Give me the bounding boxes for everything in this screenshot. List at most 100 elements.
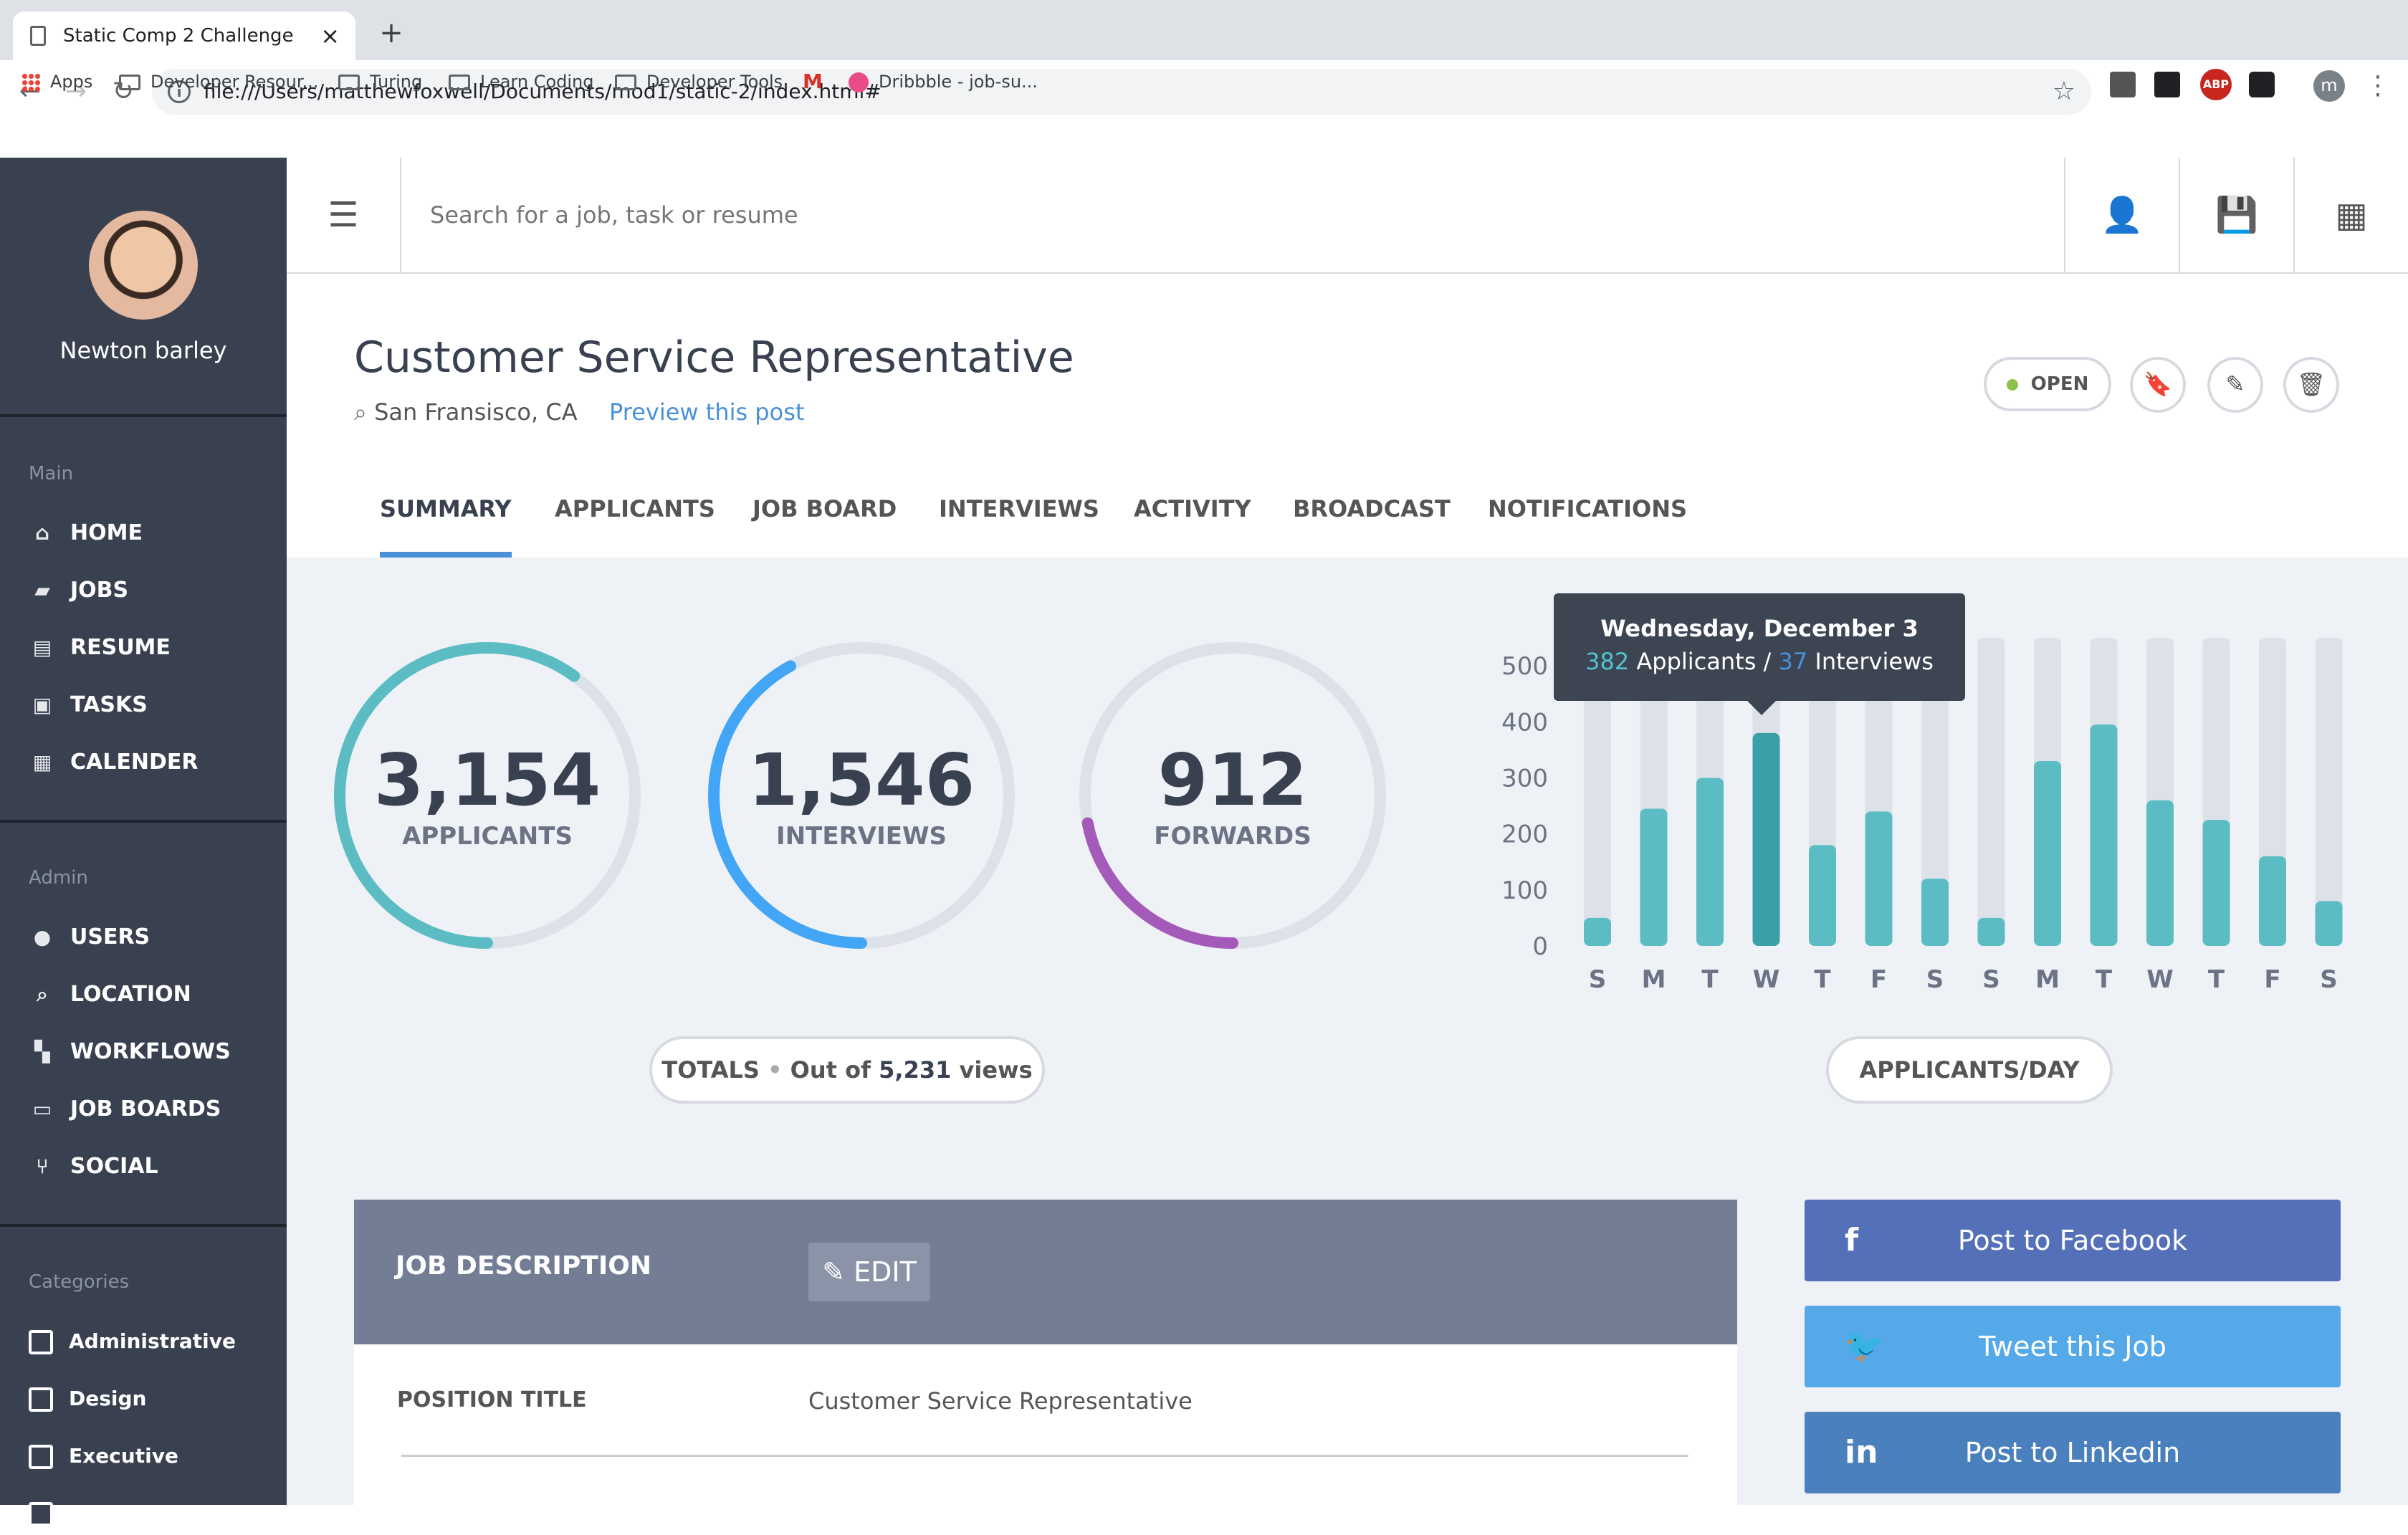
bookmark-learn-coding[interactable]: Learn Coding (449, 66, 594, 97)
bar[interactable] (1977, 917, 2005, 946)
apps-icon (22, 73, 40, 92)
sidebar-item-users[interactable]: ● USERS (29, 916, 150, 959)
chart-tooltip: Wednesday, December 3 382 Applicants / 3… (1554, 593, 1965, 715)
edit-description-button[interactable]: ✎ EDIT (808, 1243, 930, 1301)
address-bar[interactable]: i file:///Users/matthewfoxwell/Documents… (152, 69, 2091, 115)
extension-icon[interactable] (2154, 72, 2180, 97)
category-design[interactable]: Design (29, 1377, 146, 1420)
bar[interactable] (1809, 845, 1836, 946)
category-partial[interactable] (29, 1492, 69, 1535)
sidebar-item-resume[interactable]: ▤ RESUME (29, 626, 171, 669)
status-dot-icon (2006, 378, 2018, 391)
home-icon: ⌂ (34, 521, 50, 545)
bookmark-star-icon[interactable]: ☆ (2053, 69, 2075, 115)
category-executive[interactable]: Executive (29, 1435, 178, 1478)
trash-icon: 🗑 (2296, 370, 2326, 398)
menu-collapse-icon[interactable]: ☰ (287, 158, 401, 272)
sidebar-item-social[interactable]: ⑂ SOCIAL (29, 1145, 158, 1188)
folder-icon (338, 75, 360, 90)
stat-label: APPLICANTS (402, 822, 573, 851)
x-tick-label: T (1814, 965, 1831, 994)
sidebar-item-tasks[interactable]: ▣ TASKS (29, 684, 148, 727)
sidebar-divider (0, 820, 287, 823)
adblock-icon[interactable]: ABP (2200, 69, 2232, 100)
category-administrative[interactable]: Administrative (29, 1320, 236, 1363)
branch-icon: ⑂ (36, 1154, 49, 1178)
bookmark-developer-tools[interactable]: Developer Tools (615, 66, 783, 97)
extension-icon[interactable] (2249, 72, 2275, 97)
job-location: ⌕ San Fransisco, CA (354, 398, 578, 426)
bar[interactable] (2259, 856, 2286, 946)
bar[interactable] (2146, 800, 2174, 946)
y-tick-label: 300 (1501, 764, 1548, 793)
tooltip-arrow (1747, 701, 1776, 715)
bar[interactable] (1865, 811, 1893, 946)
bookmark-developer-resources[interactable]: Developer Resour... (119, 66, 318, 97)
bar[interactable] (1696, 778, 1724, 946)
applicants-per-day-pill[interactable]: APPLICANTS/DAY (1826, 1036, 2113, 1104)
bar[interactable] (1584, 917, 1611, 946)
profile-avatar[interactable]: m (2313, 70, 2345, 102)
totals-pill[interactable]: TOTALS • Out of 5,231 views (649, 1036, 1045, 1104)
post-to-linkedin-button[interactable]: in Post to Linkedin (1805, 1412, 2341, 1493)
extension-icon[interactable] (2110, 72, 2136, 97)
bar-track (1977, 638, 2005, 946)
bookmark-turing[interactable]: Turing (338, 66, 422, 97)
bookmark-apps[interactable]: Apps (22, 66, 92, 97)
document-icon (30, 26, 46, 46)
bar[interactable] (1921, 879, 1949, 946)
bar[interactable] (2315, 901, 2343, 946)
post-to-facebook-button[interactable]: f Post to Facebook (1805, 1200, 2341, 1281)
stat-interviews: 1,546 INTERVIEWS (704, 738, 1019, 851)
bookmark-dribbble[interactable]: Dribbble - job-su... (849, 66, 1038, 97)
edit-button[interactable]: ✎ (2207, 357, 2263, 413)
y-tick-label: 200 (1501, 821, 1548, 849)
x-tick-label: T (2208, 965, 2225, 994)
bookmark-button[interactable]: 🔖 (2130, 357, 2186, 413)
bar[interactable] (1640, 808, 1668, 946)
user-avatar[interactable] (89, 211, 198, 320)
new-tab-button[interactable]: + (371, 11, 411, 54)
sidebar-item-calender[interactable]: ▦ CALENDER (29, 741, 199, 784)
grid-icon[interactable]: ▦ (2293, 158, 2408, 272)
tab-activity[interactable]: ACTIVITY (1134, 479, 1251, 558)
status-badge[interactable]: OPEN (1984, 357, 2111, 411)
checkbox-icon[interactable] (29, 1330, 53, 1354)
preview-link[interactable]: Preview this post (609, 398, 804, 426)
checkbox-icon[interactable] (29, 1387, 53, 1412)
sidebar-item-jobs[interactable]: ▰ JOBS (29, 569, 128, 612)
sidebar-item-location[interactable]: ⌕ LOCATION (29, 973, 191, 1016)
tab-broadcast[interactable]: BROADCAST (1293, 479, 1451, 558)
browser-tab[interactable]: Static Comp 2 Challenge × (13, 11, 355, 60)
bar[interactable] (2034, 761, 2061, 946)
position-title-value: Customer Service Representative (808, 1387, 1193, 1415)
tab-summary[interactable]: SUMMARY (380, 479, 512, 558)
bar[interactable] (2202, 820, 2230, 946)
tab-applicants[interactable]: APPLICANTS (555, 479, 715, 558)
checkbox-icon[interactable] (29, 1502, 53, 1526)
delete-button[interactable]: 🗑 (2283, 357, 2339, 413)
close-tab-icon[interactable]: × (320, 11, 340, 60)
resume-icon: ▤ (32, 636, 52, 659)
save-icon[interactable]: 💾 (2179, 158, 2293, 272)
bar[interactable] (1752, 732, 1780, 946)
user-icon[interactable]: 👤 (2064, 158, 2179, 272)
sidebar-item-home[interactable]: ⌂ HOME (29, 512, 143, 555)
checkbox-icon[interactable] (29, 1445, 53, 1469)
tooltip-values: 382 Applicants / 37 Interviews (1585, 648, 1934, 675)
location-search-icon: ⌕ (37, 982, 48, 1006)
divider (401, 1455, 1688, 1457)
tab-notifications[interactable]: NOTIFICATIONS (1488, 479, 1687, 558)
browser-tabstrip (0, 0, 2408, 60)
sidebar-item-job-boards[interactable]: ▭ JOB BOARDS (29, 1088, 221, 1131)
pencil-icon: ✎ (2225, 370, 2245, 398)
bookmark-gmail[interactable]: M (803, 66, 840, 97)
menu-dots-icon[interactable]: ⋮ (2365, 63, 2391, 109)
sidebar-item-workflows[interactable]: ▚ WORKFLOWS (29, 1030, 230, 1073)
tweet-job-button[interactable]: 🐦 Tweet this Job (1805, 1306, 2341, 1387)
search-input[interactable] (430, 193, 2007, 236)
tab-job-board[interactable]: JOB BOARD (752, 479, 897, 558)
sidebar-divider (0, 1224, 287, 1227)
tab-interviews[interactable]: INTERVIEWS (939, 479, 1099, 558)
bar[interactable] (2090, 725, 2118, 946)
